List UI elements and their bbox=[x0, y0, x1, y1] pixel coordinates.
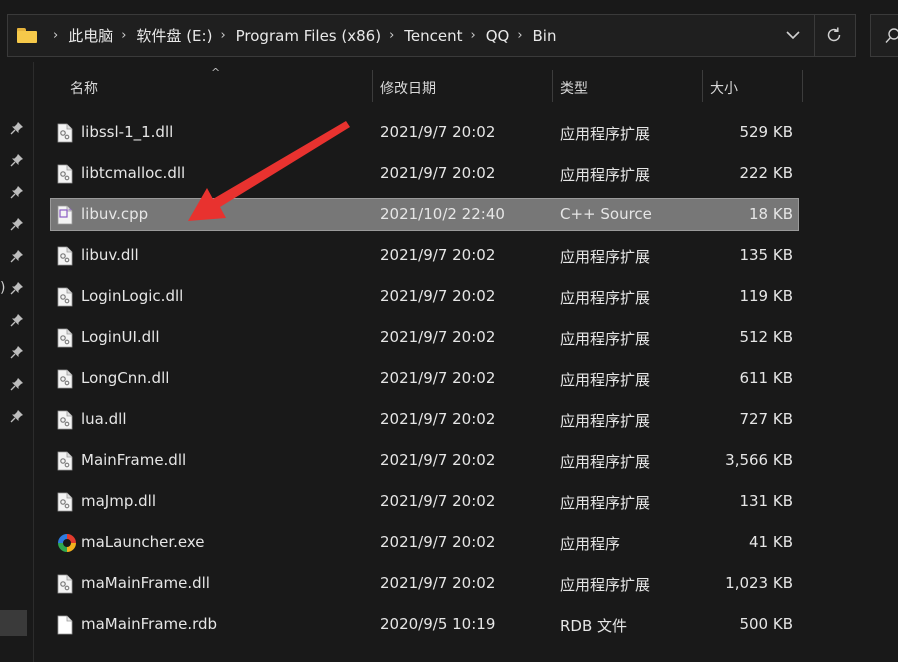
file-size: 512 KB bbox=[739, 328, 793, 346]
file-type: 应用程序 bbox=[560, 535, 621, 553]
file-size: 500 KB bbox=[739, 615, 793, 633]
file-name: libssl-1_1.dll bbox=[81, 123, 174, 141]
file-list: libssl-1_1.dll 2021/9/7 20:02 应用程序扩展 529 KB… bbox=[0, 0, 898, 662]
file-row[interactable]: LoginUI.dll 2021/9/7 20:02 应用程序扩展 512 KB bbox=[51, 322, 798, 353]
file-name: maJmp.dll bbox=[81, 492, 156, 510]
file-modified-date: 2021/9/7 20:02 bbox=[380, 410, 496, 428]
file-name: maMainFrame.rdb bbox=[81, 615, 218, 633]
file-type: 应用程序扩展 bbox=[560, 371, 651, 389]
file-modified-date: 2021/9/7 20:02 bbox=[380, 287, 496, 305]
file-type: 应用程序扩展 bbox=[560, 248, 651, 266]
file-name: libuv.cpp bbox=[81, 205, 149, 223]
file-type: C++ Source bbox=[560, 205, 652, 223]
file-type: 应用程序扩展 bbox=[560, 494, 651, 512]
file-row[interactable]: libuv.dll 2021/9/7 20:02 应用程序扩展 135 KB bbox=[51, 240, 798, 271]
file-modified-date: 2021/9/7 20:02 bbox=[380, 574, 496, 592]
file-row[interactable]: maMainFrame.rdb 2020/9/5 10:19 RDB 文件 500 K… bbox=[51, 609, 798, 640]
file-size: 3,566 KB bbox=[725, 451, 793, 469]
file-size: 135 KB bbox=[739, 246, 793, 264]
dll-file-icon bbox=[57, 287, 73, 307]
dll-file-icon bbox=[57, 410, 73, 430]
file-type: 应用程序扩展 bbox=[560, 330, 651, 348]
file-type: 应用程序扩展 bbox=[560, 125, 651, 143]
file-name: LoginLogic.dll bbox=[81, 287, 184, 305]
dll-file-icon bbox=[57, 246, 73, 266]
file-name: libuv.dll bbox=[81, 246, 139, 264]
file-name: lua.dll bbox=[81, 410, 127, 428]
file-size: 611 KB bbox=[739, 369, 793, 387]
file-row[interactable]: maMainFrame.dll 2021/9/7 20:02 应用程序扩展 1,023… bbox=[51, 568, 798, 599]
file-modified-date: 2021/10/2 22:40 bbox=[380, 205, 505, 223]
file-name: LongCnn.dll bbox=[81, 369, 170, 387]
dll-file-icon bbox=[57, 164, 73, 184]
file-type: 应用程序扩展 bbox=[560, 576, 651, 594]
exe-app-icon bbox=[57, 533, 76, 553]
svg-text:++: ++ bbox=[68, 207, 73, 213]
dll-file-icon bbox=[57, 369, 73, 389]
file-name: libtcmalloc.dll bbox=[81, 164, 186, 182]
file-row[interactable]: maJmp.dll 2021/9/7 20:02 应用程序扩展 131 KB bbox=[51, 486, 798, 517]
dll-file-icon bbox=[57, 492, 73, 512]
file-size: 18 KB bbox=[749, 205, 793, 223]
file-row[interactable]: MainFrame.dll 2021/9/7 20:02 应用程序扩展 3,566 K… bbox=[51, 445, 798, 476]
file-size: 131 KB bbox=[739, 492, 793, 510]
file-size: 1,023 KB bbox=[725, 574, 793, 592]
file-name: LoginUI.dll bbox=[81, 328, 160, 346]
file-modified-date: 2021/9/7 20:02 bbox=[380, 492, 496, 510]
file-modified-date: 2021/9/7 20:02 bbox=[380, 246, 496, 264]
file-row[interactable]: LoginLogic.dll 2021/9/7 20:02 应用程序扩展 119 KB bbox=[51, 281, 798, 312]
file-size: 727 KB bbox=[739, 410, 793, 428]
file-size: 41 KB bbox=[749, 533, 793, 551]
file-modified-date: 2021/9/7 20:02 bbox=[380, 451, 496, 469]
file-name: maLauncher.exe bbox=[81, 533, 205, 551]
cpp-file-icon: ++ bbox=[57, 205, 76, 225]
file-modified-date: 2020/9/5 10:19 bbox=[380, 615, 496, 633]
file-type: 应用程序扩展 bbox=[560, 166, 651, 184]
dll-file-icon bbox=[57, 123, 73, 143]
file-name: MainFrame.dll bbox=[81, 451, 187, 469]
file-row[interactable]: ++ libuv.cpp 2021/10/2 22:40 C++ Source 18 K… bbox=[50, 198, 799, 231]
generic-file-icon bbox=[57, 615, 73, 635]
dll-file-icon bbox=[57, 328, 73, 348]
dll-file-icon bbox=[57, 451, 73, 471]
file-row[interactable]: lua.dll 2021/9/7 20:02 应用程序扩展 727 KB bbox=[51, 404, 798, 435]
file-type: 应用程序扩展 bbox=[560, 412, 651, 430]
file-modified-date: 2021/9/7 20:02 bbox=[380, 164, 496, 182]
file-size: 529 KB bbox=[739, 123, 793, 141]
file-modified-date: 2021/9/7 20:02 bbox=[380, 328, 496, 346]
file-modified-date: 2021/9/7 20:02 bbox=[380, 123, 496, 141]
file-type: 应用程序扩展 bbox=[560, 453, 651, 471]
file-row[interactable]: maLauncher.exe 2021/9/7 20:02 应用程序 41 KB bbox=[51, 527, 798, 558]
file-size: 222 KB bbox=[739, 164, 793, 182]
file-modified-date: 2021/9/7 20:02 bbox=[380, 533, 496, 551]
file-type: RDB 文件 bbox=[560, 617, 628, 635]
file-name: maMainFrame.dll bbox=[81, 574, 210, 592]
file-row[interactable]: LongCnn.dll 2021/9/7 20:02 应用程序扩展 611 KB bbox=[51, 363, 798, 394]
file-type: 应用程序扩展 bbox=[560, 289, 651, 307]
file-row[interactable]: libtcmalloc.dll 2021/9/7 20:02 应用程序扩展 222 K… bbox=[51, 158, 798, 189]
file-row[interactable]: libssl-1_1.dll 2021/9/7 20:02 应用程序扩展 529 KB bbox=[51, 117, 798, 148]
dll-file-icon bbox=[57, 574, 73, 594]
file-size: 119 KB bbox=[739, 287, 793, 305]
file-modified-date: 2021/9/7 20:02 bbox=[380, 369, 496, 387]
